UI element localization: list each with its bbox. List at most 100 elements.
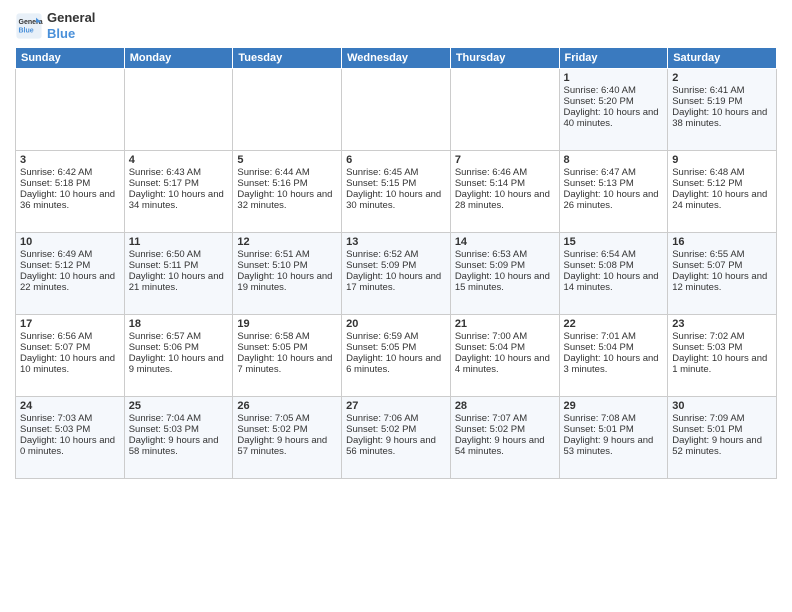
day-number: 6: [346, 154, 446, 166]
daylight-label: Daylight: 9 hours and 54 minutes.: [455, 435, 545, 457]
calendar-cell: 6 Sunrise: 6:45 AM Sunset: 5:15 PM Dayli…: [342, 151, 451, 233]
sunrise-label: Sunrise: 6:40 AM: [564, 85, 636, 96]
sunset-label: Sunset: 5:06 PM: [129, 342, 199, 353]
calendar-cell: 5 Sunrise: 6:44 AM Sunset: 5:16 PM Dayli…: [233, 151, 342, 233]
day-number: 28: [455, 400, 555, 412]
calendar-cell: [124, 69, 233, 151]
sunrise-label: Sunrise: 7:01 AM: [564, 331, 636, 342]
calendar-cell: 21 Sunrise: 7:00 AM Sunset: 5:04 PM Dayl…: [450, 315, 559, 397]
sunrise-label: Sunrise: 6:41 AM: [672, 85, 744, 96]
sunrise-label: Sunrise: 6:50 AM: [129, 249, 201, 260]
day-number: 5: [237, 154, 337, 166]
sunrise-label: Sunrise: 6:56 AM: [20, 331, 92, 342]
day-number: 23: [672, 318, 772, 330]
daylight-label: Daylight: 10 hours and 19 minutes.: [237, 271, 332, 293]
calendar-cell: 29 Sunrise: 7:08 AM Sunset: 5:01 PM Dayl…: [559, 397, 668, 479]
day-number: 27: [346, 400, 446, 412]
sunrise-label: Sunrise: 7:00 AM: [455, 331, 527, 342]
day-number: 11: [129, 236, 229, 248]
daylight-label: Daylight: 10 hours and 17 minutes.: [346, 271, 441, 293]
calendar-cell: 10 Sunrise: 6:49 AM Sunset: 5:12 PM Dayl…: [16, 233, 125, 315]
sunset-label: Sunset: 5:03 PM: [672, 342, 742, 353]
day-number: 18: [129, 318, 229, 330]
day-number: 10: [20, 236, 120, 248]
day-header: Friday: [559, 48, 668, 69]
sunset-label: Sunset: 5:17 PM: [129, 178, 199, 189]
day-number: 29: [564, 400, 664, 412]
calendar-cell: 23 Sunrise: 7:02 AM Sunset: 5:03 PM Dayl…: [668, 315, 777, 397]
calendar-cell: 1 Sunrise: 6:40 AM Sunset: 5:20 PM Dayli…: [559, 69, 668, 151]
page: General Blue General Blue SundayMondayTu…: [0, 0, 792, 612]
sunrise-label: Sunrise: 7:05 AM: [237, 413, 309, 424]
sunset-label: Sunset: 5:02 PM: [346, 424, 416, 435]
sunset-label: Sunset: 5:15 PM: [346, 178, 416, 189]
calendar-cell: [233, 69, 342, 151]
day-header: Sunday: [16, 48, 125, 69]
daylight-label: Daylight: 10 hours and 4 minutes.: [455, 353, 550, 375]
calendar-cell: 7 Sunrise: 6:46 AM Sunset: 5:14 PM Dayli…: [450, 151, 559, 233]
sunrise-label: Sunrise: 7:09 AM: [672, 413, 744, 424]
header: General Blue General Blue: [15, 10, 777, 41]
daylight-label: Daylight: 9 hours and 58 minutes.: [129, 435, 219, 457]
sunset-label: Sunset: 5:13 PM: [564, 178, 634, 189]
calendar-cell: 24 Sunrise: 7:03 AM Sunset: 5:03 PM Dayl…: [16, 397, 125, 479]
calendar-cell: 3 Sunrise: 6:42 AM Sunset: 5:18 PM Dayli…: [16, 151, 125, 233]
daylight-label: Daylight: 9 hours and 52 minutes.: [672, 435, 762, 457]
daylight-label: Daylight: 10 hours and 6 minutes.: [346, 353, 441, 375]
logo-icon: General Blue: [15, 12, 43, 40]
calendar-cell: 12 Sunrise: 6:51 AM Sunset: 5:10 PM Dayl…: [233, 233, 342, 315]
day-number: 19: [237, 318, 337, 330]
daylight-label: Daylight: 10 hours and 26 minutes.: [564, 189, 659, 211]
sunset-label: Sunset: 5:07 PM: [20, 342, 90, 353]
daylight-label: Daylight: 10 hours and 40 minutes.: [564, 107, 659, 129]
sunset-label: Sunset: 5:19 PM: [672, 96, 742, 107]
logo: General Blue General Blue: [15, 10, 95, 41]
day-header: Wednesday: [342, 48, 451, 69]
calendar-week: 3 Sunrise: 6:42 AM Sunset: 5:18 PM Dayli…: [16, 151, 777, 233]
sunrise-label: Sunrise: 6:58 AM: [237, 331, 309, 342]
calendar-week: 17 Sunrise: 6:56 AM Sunset: 5:07 PM Dayl…: [16, 315, 777, 397]
daylight-label: Daylight: 10 hours and 12 minutes.: [672, 271, 767, 293]
day-number: 4: [129, 154, 229, 166]
sunrise-label: Sunrise: 6:59 AM: [346, 331, 418, 342]
day-header: Thursday: [450, 48, 559, 69]
sunrise-label: Sunrise: 6:47 AM: [564, 167, 636, 178]
sunset-label: Sunset: 5:09 PM: [455, 260, 525, 271]
sunset-label: Sunset: 5:20 PM: [564, 96, 634, 107]
sunset-label: Sunset: 5:07 PM: [672, 260, 742, 271]
sunrise-label: Sunrise: 6:51 AM: [237, 249, 309, 260]
day-number: 17: [20, 318, 120, 330]
sunrise-label: Sunrise: 7:06 AM: [346, 413, 418, 424]
sunset-label: Sunset: 5:10 PM: [237, 260, 307, 271]
sunrise-label: Sunrise: 6:55 AM: [672, 249, 744, 260]
sunset-label: Sunset: 5:08 PM: [564, 260, 634, 271]
daylight-label: Daylight: 10 hours and 28 minutes.: [455, 189, 550, 211]
logo-text: General Blue: [47, 10, 95, 41]
daylight-label: Daylight: 10 hours and 32 minutes.: [237, 189, 332, 211]
calendar-cell: 28 Sunrise: 7:07 AM Sunset: 5:02 PM Dayl…: [450, 397, 559, 479]
sunrise-label: Sunrise: 6:44 AM: [237, 167, 309, 178]
day-number: 16: [672, 236, 772, 248]
day-header: Saturday: [668, 48, 777, 69]
sunset-label: Sunset: 5:03 PM: [20, 424, 90, 435]
sunrise-label: Sunrise: 7:04 AM: [129, 413, 201, 424]
day-number: 14: [455, 236, 555, 248]
sunset-label: Sunset: 5:02 PM: [455, 424, 525, 435]
daylight-label: Daylight: 10 hours and 15 minutes.: [455, 271, 550, 293]
calendar-cell: 19 Sunrise: 6:58 AM Sunset: 5:05 PM Dayl…: [233, 315, 342, 397]
sunset-label: Sunset: 5:02 PM: [237, 424, 307, 435]
calendar-cell: 2 Sunrise: 6:41 AM Sunset: 5:19 PM Dayli…: [668, 69, 777, 151]
calendar-week: 1 Sunrise: 6:40 AM Sunset: 5:20 PM Dayli…: [16, 69, 777, 151]
day-number: 24: [20, 400, 120, 412]
sunset-label: Sunset: 5:05 PM: [346, 342, 416, 353]
sunrise-label: Sunrise: 6:43 AM: [129, 167, 201, 178]
day-number: 25: [129, 400, 229, 412]
calendar-cell: 8 Sunrise: 6:47 AM Sunset: 5:13 PM Dayli…: [559, 151, 668, 233]
daylight-label: Daylight: 10 hours and 36 minutes.: [20, 189, 115, 211]
sunrise-label: Sunrise: 6:42 AM: [20, 167, 92, 178]
daylight-label: Daylight: 10 hours and 1 minute.: [672, 353, 767, 375]
sunset-label: Sunset: 5:18 PM: [20, 178, 90, 189]
sunset-label: Sunset: 5:11 PM: [129, 260, 199, 271]
day-header: Tuesday: [233, 48, 342, 69]
sunset-label: Sunset: 5:03 PM: [129, 424, 199, 435]
